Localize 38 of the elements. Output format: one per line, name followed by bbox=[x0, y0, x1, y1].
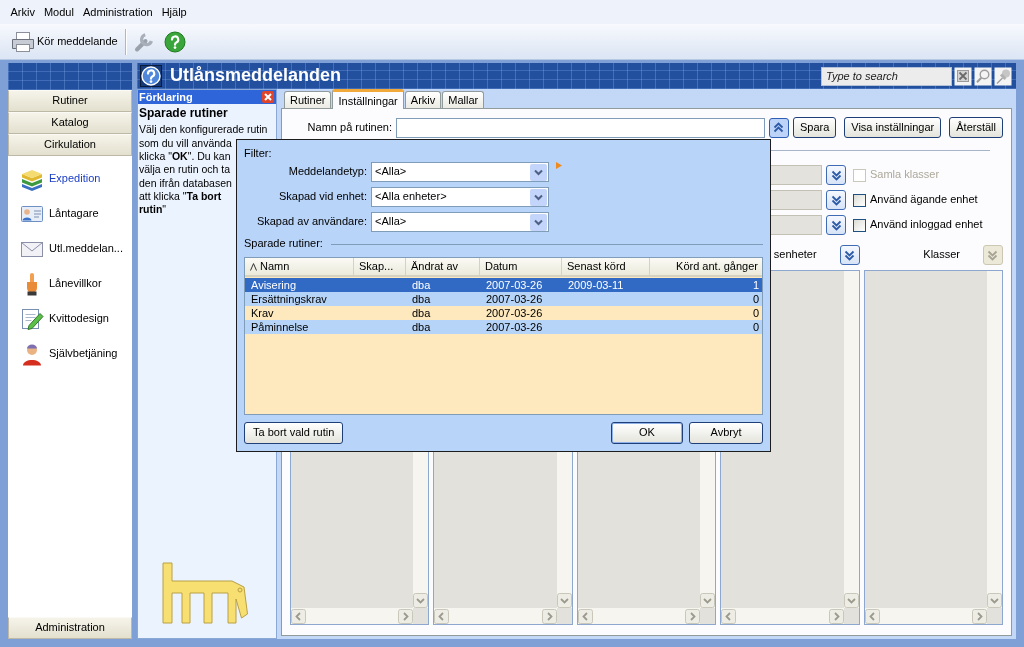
filter-heading: Filter: bbox=[244, 146, 272, 160]
table-cell-text: 2009-03-11 bbox=[567, 278, 625, 292]
table-cell-text: 0 bbox=[751, 306, 760, 320]
table-cell-text: dba bbox=[411, 320, 432, 334]
checkbox-label: Använd inloggad enhet bbox=[870, 218, 983, 232]
section-label: Sparade rutiner: bbox=[244, 237, 323, 251]
explanation-text: den ifrån databasen bbox=[139, 176, 232, 190]
list-heading: Klasser bbox=[923, 248, 960, 262]
filter-label: Skapad vid enhet: bbox=[278, 190, 367, 204]
table-cell-text: Avisering bbox=[250, 278, 298, 292]
table-cell-text: 2007-03-26 bbox=[485, 292, 544, 306]
page-title: Utlånsmeddelanden bbox=[170, 65, 342, 87]
table-cell-text: 1 bbox=[751, 278, 760, 292]
table-cell-text: dba bbox=[411, 292, 432, 306]
explanation-heading: Sparade rutiner bbox=[138, 105, 229, 121]
table-cell-text: Krav bbox=[250, 306, 275, 320]
filter-label: Meddelandetyp: bbox=[288, 165, 367, 179]
list-heading: senheter bbox=[773, 248, 817, 262]
table-cell-text: dba bbox=[411, 278, 432, 292]
explanation-text: som du vill använda bbox=[139, 136, 232, 150]
table-cell-text: 2007-03-26 bbox=[485, 278, 544, 292]
table-cell-text: 0 bbox=[751, 292, 760, 306]
panel-title: Förklaring bbox=[139, 90, 193, 104]
checkbox-label: Samla klasser bbox=[870, 168, 940, 182]
table-cell-text: 2007-03-26 bbox=[485, 320, 544, 334]
table-cell-text: 0 bbox=[751, 320, 760, 334]
table-cell-text: Ersättningskrav bbox=[250, 292, 328, 306]
explanation-text: klicka "OK". Du kan bbox=[139, 150, 231, 164]
checkbox-label: Använd ägande enhet bbox=[870, 193, 978, 207]
field-label: Namn på rutinen: bbox=[307, 120, 392, 135]
explanation-text: Välj den konfigurerade rutin bbox=[139, 123, 268, 137]
explanation-text: rutin" bbox=[139, 203, 167, 217]
table-cell-text: 2007-03-26 bbox=[485, 306, 544, 320]
explanation-text: att klicka "Ta bort bbox=[139, 189, 222, 204]
explanation-text: välja en rutin och ta bbox=[139, 163, 231, 177]
table-cell-text: dba bbox=[411, 306, 432, 320]
table-cell-text: Påminnelse bbox=[250, 320, 310, 334]
filter-label: Skapad av användare: bbox=[256, 215, 367, 229]
